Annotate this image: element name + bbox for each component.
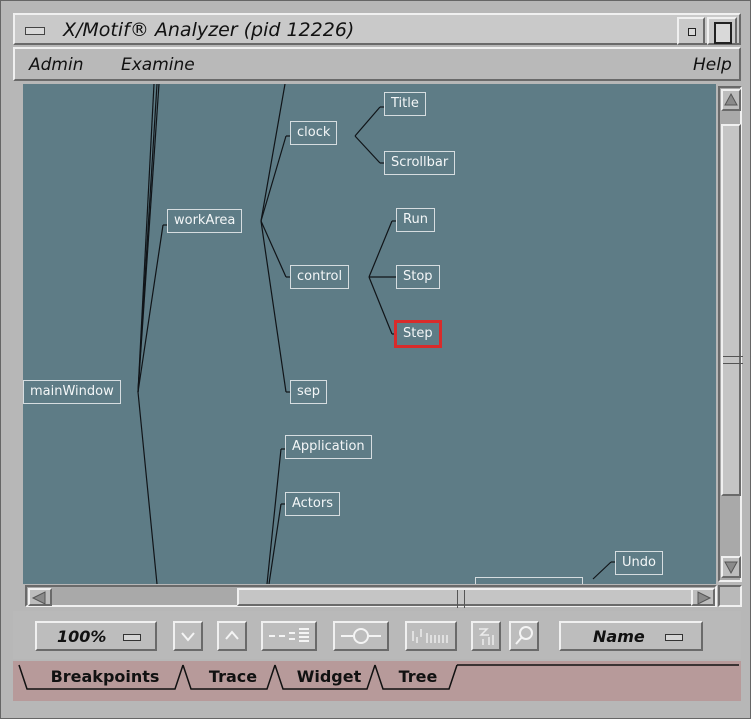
scroll-up-button[interactable] (721, 89, 741, 111)
minimize-button[interactable] (677, 17, 705, 45)
tree-node-workarea[interactable]: workArea (167, 209, 243, 233)
vertical-scrollbar[interactable] (718, 86, 743, 582)
reorient-icon (479, 628, 494, 645)
application-window: X/Motif® Analyzer (pid 12226) Admin Exam… (0, 0, 751, 719)
zoom-option-menu[interactable]: 100% (35, 621, 157, 651)
horizontal-scroll-thumb[interactable] (237, 588, 697, 608)
zoom-value: 100% (57, 627, 107, 646)
tab-breakpoints[interactable]: Breakpoints (29, 663, 181, 693)
sort-value: Name (593, 627, 645, 646)
scroll-grip (457, 590, 465, 608)
window-menu-button[interactable] (15, 15, 55, 47)
tree-node-clock[interactable]: clock (290, 121, 338, 145)
menu-examine[interactable]: Examine (121, 55, 195, 75)
minimize-icon (688, 28, 696, 36)
down-arrow-button[interactable] (173, 621, 203, 651)
title-bar[interactable]: X/Motif® Analyzer (pid 12226) (13, 13, 741, 45)
left-arrow-icon (31, 591, 46, 605)
tree-node-sep[interactable]: sep (290, 380, 328, 404)
tree-node-scrollbar[interactable]: Scrollbar (384, 151, 456, 175)
down-arrow-icon (724, 561, 738, 575)
tree-node-title[interactable]: Title (384, 92, 426, 116)
layout-icon (412, 629, 448, 643)
connector-line (368, 220, 393, 278)
option-menu-indicator-icon (123, 634, 141, 641)
center-node-icon (341, 628, 381, 644)
layout-button[interactable] (405, 621, 457, 651)
reorient-button[interactable] (471, 621, 501, 651)
vertical-scroll-thumb[interactable] (721, 124, 743, 496)
menu-admin[interactable]: Admin (29, 55, 83, 75)
maximize-icon (714, 22, 732, 44)
tab-bar: Breakpoints Trace Widget Tree (13, 661, 741, 701)
tree-connectors (137, 84, 615, 584)
connector-line (137, 391, 158, 584)
collapse-tree-icon (269, 628, 309, 642)
scrollbar-corner (718, 585, 742, 607)
connector-line (137, 84, 160, 393)
tree-node-undo[interactable]: Undo (615, 551, 663, 575)
scroll-grip (723, 356, 743, 364)
tree-node-actors[interactable]: Actors (285, 492, 340, 516)
window-title: X/Motif® Analyzer (pid 12226) (63, 19, 355, 41)
collapse-tree-button[interactable] (261, 621, 317, 651)
tree-node-application[interactable]: Application (285, 435, 372, 459)
toolbar: 100% Name (13, 611, 741, 659)
tree-node-stop[interactable]: Stop (396, 265, 440, 289)
find-icon (515, 626, 533, 645)
scroll-right-button[interactable] (691, 588, 715, 606)
connector-line (260, 220, 287, 393)
tree-node-step[interactable]: Step (394, 320, 442, 348)
menu-bar: Admin Examine Help (13, 47, 741, 81)
tab-trace[interactable]: Trace (193, 663, 273, 693)
connector-line (354, 106, 381, 137)
up-arrow-icon (724, 92, 738, 106)
maximize-button[interactable] (707, 17, 737, 45)
scroll-down-button[interactable] (721, 556, 741, 578)
tab-tree[interactable]: Tree (383, 663, 453, 693)
down-arrow-icon (181, 632, 195, 642)
sort-option-menu[interactable]: Name (559, 621, 703, 651)
widget-tree-canvas[interactable]: mainWindow workArea clock Title Scrollba… (23, 84, 716, 584)
center-node-button[interactable] (333, 621, 389, 651)
tree-node-partial[interactable] (475, 577, 583, 584)
option-menu-indicator-icon (665, 634, 683, 641)
tree-node-mainwindow[interactable]: mainWindow (23, 380, 121, 404)
tree-node-run[interactable]: Run (396, 208, 435, 232)
window-menu-icon (25, 27, 45, 35)
right-arrow-icon (697, 591, 712, 605)
menu-help[interactable]: Help (693, 55, 732, 75)
connector-line (368, 276, 393, 335)
up-arrow-icon (225, 630, 239, 640)
tree-node-control[interactable]: control (290, 265, 350, 289)
find-button[interactable] (509, 621, 539, 651)
connector-line (354, 135, 381, 164)
horizontal-scrollbar[interactable] (25, 585, 717, 608)
scroll-left-button[interactable] (28, 588, 52, 606)
tab-widget[interactable]: Widget (285, 663, 373, 693)
connector-line (592, 561, 612, 580)
up-arrow-button[interactable] (217, 621, 247, 651)
